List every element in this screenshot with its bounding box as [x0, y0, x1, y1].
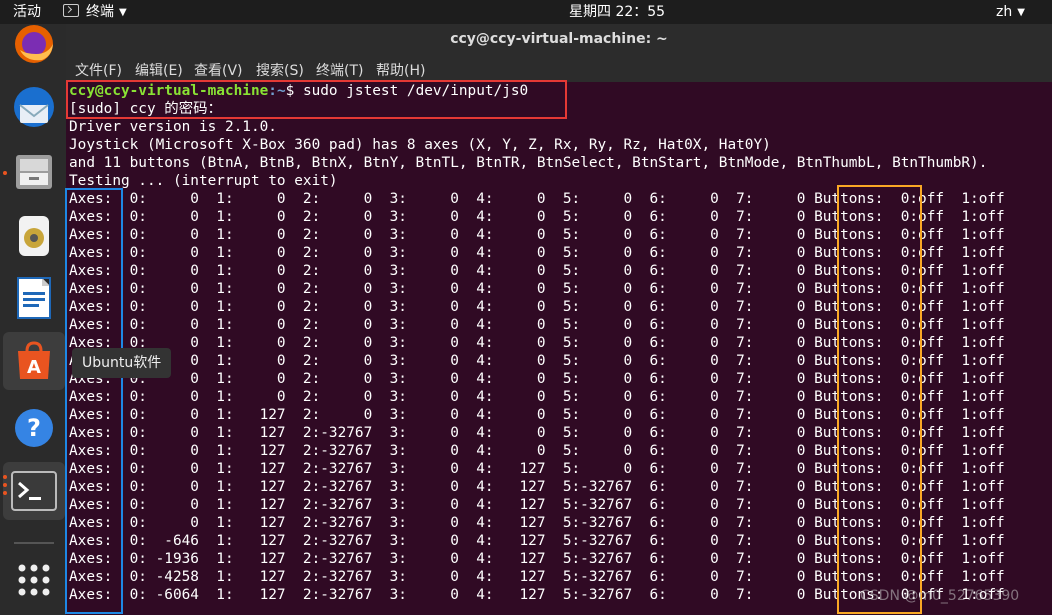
rhythmbox-icon[interactable] — [10, 212, 58, 260]
menu-help[interactable]: 帮助(H) — [376, 60, 425, 80]
buttons-highlight-box — [837, 185, 922, 614]
dock: A ? — [0, 24, 66, 615]
axes-highlight-box — [65, 188, 123, 614]
input-method-menu[interactable]: zh ▼ — [996, 2, 1025, 23]
menu-view[interactable]: 查看(V) — [194, 60, 243, 80]
firefox-icon[interactable] — [10, 20, 58, 68]
clock[interactable]: 星期四 22：55 — [569, 2, 665, 22]
input-method-label: zh — [996, 4, 1013, 20]
show-applications-icon[interactable] — [10, 556, 58, 604]
libreoffice-writer-icon[interactable] — [10, 274, 58, 322]
terminal-line: and 11 buttons (BtnA, BtnB, BtnX, BtnY, … — [69, 155, 988, 171]
help-icon[interactable]: ? — [10, 404, 58, 452]
thunderbird-icon[interactable] — [10, 84, 58, 132]
activities-button[interactable]: 活动 — [13, 2, 41, 22]
svg-text:?: ? — [27, 414, 41, 442]
terminal-icon[interactable] — [10, 467, 58, 515]
menu-terminal[interactable]: 终端(T) — [316, 60, 363, 80]
chevron-down-icon: ▼ — [119, 7, 127, 18]
window-title[interactable]: ccy@ccy-virtual-machine: ~ — [66, 24, 1052, 54]
top-panel: 活动 终端 ▼ 星期四 22：55 zh ▼ — [0, 0, 1052, 24]
terminal-line: Joystick (Microsoft X-Box 360 pad) has 8… — [69, 137, 771, 153]
dock-tooltip: Ubuntu软件 — [72, 348, 172, 378]
files-icon[interactable] — [10, 148, 58, 196]
menu-file[interactable]: 文件(F) — [75, 60, 122, 80]
menu-edit[interactable]: 编辑(E) — [135, 60, 183, 80]
app-menu-label: 终端 — [86, 4, 114, 20]
app-menu[interactable]: 终端 ▼ — [63, 2, 127, 23]
dock-separator — [14, 542, 54, 544]
running-indicator — [3, 483, 7, 487]
ubuntu-software-icon[interactable]: A — [10, 337, 58, 385]
watermark: CSDN @m0_52765390 — [860, 588, 1020, 604]
running-indicator — [3, 171, 7, 175]
running-indicator — [3, 491, 7, 495]
chevron-down-icon: ▼ — [1017, 7, 1025, 18]
menu-search[interactable]: 搜索(S) — [256, 60, 304, 80]
terminal-line: Driver version is 2.1.0. — [69, 119, 277, 135]
svg-text:A: A — [27, 357, 41, 378]
menu-bar: 文件(F) 编辑(E) 查看(V) 搜索(S) 终端(T) 帮助(H) — [66, 54, 1052, 82]
command-highlight-box — [66, 80, 567, 119]
running-indicator — [3, 475, 7, 479]
terminal-icon — [63, 4, 79, 17]
